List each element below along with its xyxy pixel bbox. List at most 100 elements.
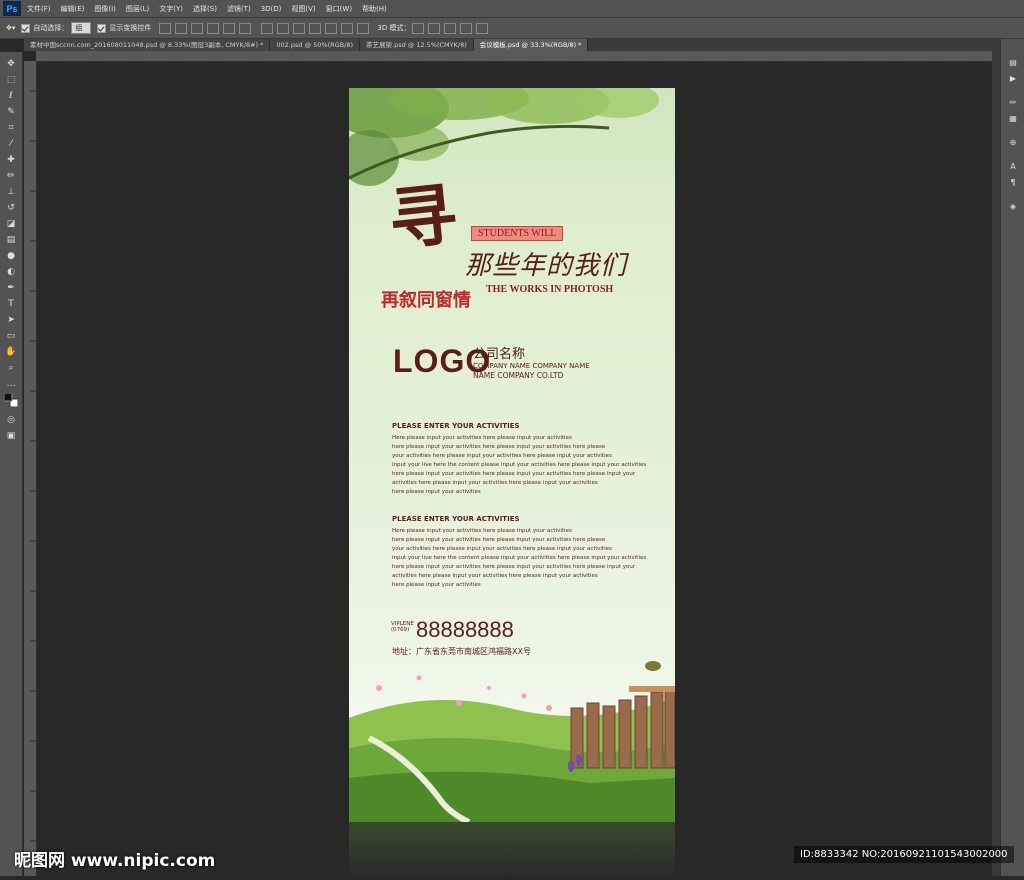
activities-line: here please input your activities here p… bbox=[392, 444, 606, 450]
vertical-ruler-ticks bbox=[30, 90, 36, 842]
poster-artboard[interactable]: 寻 STUDENTS WILL 那些年的我们 再叙同窗情 THE WORKS I… bbox=[349, 88, 675, 822]
activities-line: Here please input your activities here p… bbox=[392, 435, 572, 441]
poster-reflection bbox=[349, 822, 675, 876]
menu-image[interactable]: 图像(I) bbox=[94, 4, 116, 14]
paragraph-panel-icon[interactable]: ¶ bbox=[1007, 177, 1019, 187]
activities-line: input your live here the content please … bbox=[392, 555, 647, 561]
lasso-tool-icon[interactable]: ℓ bbox=[4, 90, 18, 101]
clone-source-icon[interactable]: ⊕ bbox=[1007, 137, 1019, 147]
menu-file[interactable]: 文件(F) bbox=[27, 4, 51, 14]
move-tool-preset[interactable]: ✥▾ bbox=[6, 24, 15, 32]
align-vcenter-icon[interactable] bbox=[175, 22, 188, 34]
activities-line: here please input your activities here p… bbox=[392, 471, 636, 477]
menu-type[interactable]: 文字(Y) bbox=[159, 4, 183, 14]
company-name-en-1: COMPANY NAME COMPANY NAME bbox=[473, 362, 590, 370]
color-swatches-icon[interactable] bbox=[4, 392, 18, 407]
students-will-label: STUDENTS WILL bbox=[471, 226, 564, 241]
scale-3d-icon[interactable] bbox=[476, 22, 489, 34]
document-tab-2[interactable]: 002.psd @ 50%(RGB/8) bbox=[270, 39, 360, 51]
activities-heading: PLEASE ENTER YOUR ACTIVITIES bbox=[392, 422, 520, 430]
history-panel-icon[interactable]: ▤ bbox=[1007, 57, 1019, 67]
phone-label-line-2: (0769) bbox=[391, 627, 410, 633]
actions-panel-icon[interactable]: ▶ bbox=[1007, 73, 1019, 83]
activities-line: your activities here please input your a… bbox=[392, 546, 612, 552]
roll-3d-icon[interactable] bbox=[428, 22, 441, 34]
menu-bar: Ps 文件(F) 编辑(E) 图像(I) 图层(L) 文字(Y) 选择(S) 滤… bbox=[0, 0, 1024, 18]
activities-line: here please input your activities bbox=[392, 582, 481, 588]
activities-block-2: PLEASE ENTER YOUR ACTIVITIES Here please… bbox=[392, 515, 647, 590]
eraser-tool-icon[interactable]: ◪ bbox=[4, 218, 18, 229]
brush-panel-icon[interactable]: ✏ bbox=[1007, 97, 1019, 107]
screen-mode-icon[interactable]: ▣ bbox=[4, 430, 18, 441]
show-transform-label: 显示变换控件 bbox=[109, 24, 152, 32]
align-right-icon[interactable] bbox=[239, 22, 252, 34]
distribute-top-icon[interactable] bbox=[261, 22, 274, 34]
path-select-tool-icon[interactable]: ➤ bbox=[4, 314, 18, 325]
clone-stamp-tool-icon[interactable]: ⊥ bbox=[4, 186, 18, 197]
auto-select-group[interactable]: 自动选择： 组 bbox=[21, 22, 92, 34]
quick-select-tool-icon[interactable]: ✎ bbox=[4, 106, 18, 117]
slide-3d-icon[interactable] bbox=[460, 22, 473, 34]
character-panel-icon[interactable]: A bbox=[1007, 161, 1019, 171]
type-tool-icon[interactable]: T bbox=[4, 298, 18, 309]
dodge-tool-icon[interactable]: ◐ bbox=[4, 266, 18, 277]
auto-align-icon[interactable] bbox=[357, 22, 370, 34]
align-hcenter-icon[interactable] bbox=[223, 22, 236, 34]
3d-panel-icon[interactable]: ◈ bbox=[1007, 201, 1019, 211]
quick-mask-icon[interactable]: ◎ bbox=[4, 414, 18, 425]
phone-number: 88888888 bbox=[416, 617, 514, 642]
mode-3d-group: 3D 模式： bbox=[377, 22, 490, 34]
hand-tool-icon[interactable]: ✋ bbox=[4, 346, 18, 357]
activities-line: here please input your activities bbox=[392, 489, 481, 495]
distribute-right-icon[interactable] bbox=[341, 22, 354, 34]
distribute-vcenter-icon[interactable] bbox=[277, 22, 290, 34]
pan-3d-icon[interactable] bbox=[444, 22, 457, 34]
document-tab-4[interactable]: 会议模板.psd @ 33.3%(RGB/8) * bbox=[473, 39, 589, 51]
options-bar: ✥▾ 自动选择： 组 显示变换控件 3D 模式： bbox=[0, 18, 1024, 39]
marquee-tool-icon[interactable]: ⬚ bbox=[4, 74, 18, 85]
menu-help[interactable]: 帮助(H) bbox=[362, 4, 387, 14]
align-left-icon[interactable] bbox=[207, 22, 220, 34]
healing-brush-tool-icon[interactable]: ✚ bbox=[4, 154, 18, 165]
menu-layer[interactable]: 图层(L) bbox=[126, 4, 149, 14]
blur-tool-icon[interactable]: ● bbox=[4, 250, 18, 261]
brush-tool-icon[interactable]: ✏ bbox=[4, 170, 18, 181]
show-transform-checkbox[interactable] bbox=[97, 23, 107, 33]
distribute-hcenter-icon[interactable] bbox=[325, 22, 338, 34]
auto-select-label: 自动选择： bbox=[33, 24, 69, 32]
menu-edit[interactable]: 编辑(E) bbox=[61, 4, 85, 14]
align-bottom-icon[interactable] bbox=[191, 22, 204, 34]
distribute-left-icon[interactable] bbox=[309, 22, 322, 34]
show-transform-group[interactable]: 显示变换控件 bbox=[97, 23, 151, 33]
eyedropper-tool-icon[interactable]: ⁄ bbox=[4, 138, 18, 149]
auto-select-checkbox[interactable] bbox=[21, 23, 31, 33]
more-tools-icon[interactable]: … bbox=[4, 378, 18, 389]
zoom-tool-icon[interactable]: ⌕ bbox=[4, 362, 18, 373]
photoshop-logo: Ps bbox=[3, 1, 21, 16]
menu-filter[interactable]: 滤镜(T) bbox=[227, 4, 251, 14]
gradient-tool-icon[interactable]: ▤ bbox=[4, 234, 18, 245]
menu-window[interactable]: 窗口(W) bbox=[326, 4, 352, 14]
auto-select-dropdown[interactable]: 组 bbox=[71, 22, 92, 34]
crop-tool-icon[interactable]: ⌗ bbox=[4, 122, 18, 133]
pen-tool-icon[interactable]: ✒ bbox=[4, 282, 18, 293]
shape-tool-icon[interactable]: ▭ bbox=[4, 330, 18, 341]
activities-line: input your live here the content please … bbox=[392, 462, 647, 468]
move-tool-icon[interactable]: ✥ bbox=[4, 58, 18, 69]
align-top-icon[interactable] bbox=[159, 22, 172, 34]
document-tab-3[interactable]: 茶艺展架.psd @ 12.5%(CMYK/8) bbox=[360, 39, 474, 51]
move-icon: ✥▾ bbox=[6, 24, 16, 32]
right-panel-dock: ▤ ▶ ✏ ▦ ⊕ A ¶ ◈ bbox=[1000, 39, 1024, 876]
document-tabs: 素材中国sccnn.com_201608011048.psd @ 8.33%(图… bbox=[24, 39, 992, 51]
menu-view[interactable]: 视图(V) bbox=[291, 4, 315, 14]
rotate-3d-icon[interactable] bbox=[412, 22, 425, 34]
menu-3d[interactable]: 3D(D) bbox=[261, 5, 282, 13]
distribute-bottom-icon[interactable] bbox=[293, 22, 306, 34]
menu-select[interactable]: 选择(S) bbox=[193, 4, 217, 14]
company-name-en-2: NAME COMPANY CO.LTD bbox=[473, 371, 564, 380]
history-brush-tool-icon[interactable]: ↺ bbox=[4, 202, 18, 213]
document-tab-1[interactable]: 素材中国sccnn.com_201608011048.psd @ 8.33%(图… bbox=[24, 39, 271, 51]
align-buttons bbox=[157, 22, 253, 34]
brush-presets-icon[interactable]: ▦ bbox=[1007, 113, 1019, 123]
poster-subtitle: 那些年的我们 bbox=[465, 251, 628, 281]
